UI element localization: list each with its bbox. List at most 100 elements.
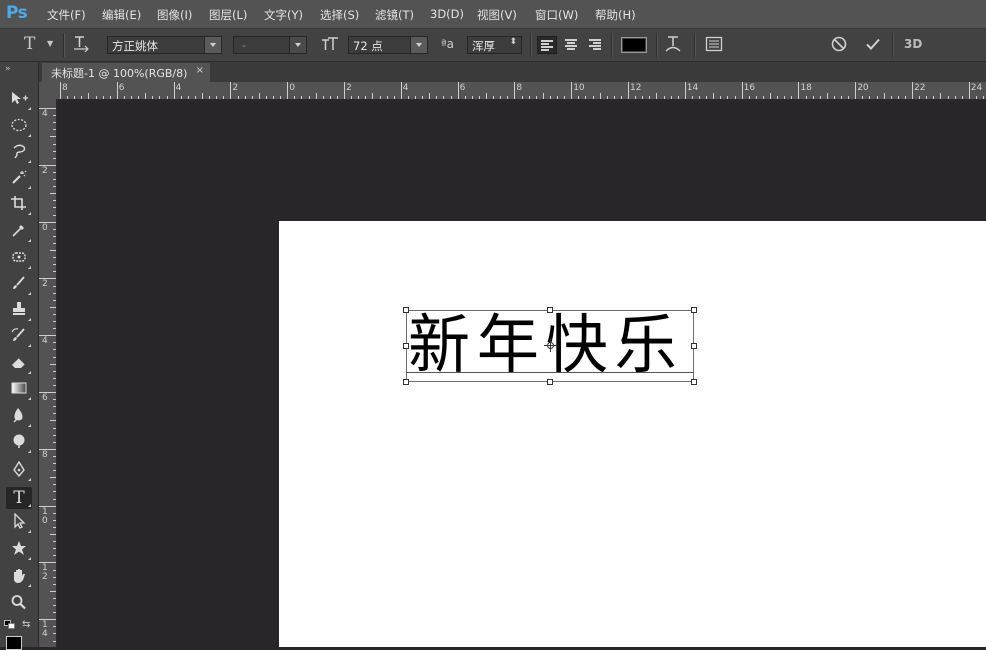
text-orientation-icon[interactable]: [72, 34, 90, 56]
transform-handle-top-right[interactable]: [691, 307, 697, 313]
anti-alias-select[interactable]: 浑厚 ⬍: [467, 36, 522, 54]
menu-3d[interactable]: 3D(D): [430, 7, 464, 21]
align-right-button[interactable]: [586, 36, 606, 54]
document-tab-title: 未标题-1 @ 100%(RGB/8): [51, 67, 188, 80]
ruler-minor-tick: [53, 321, 56, 322]
ruler-minor-tick: [50, 420, 56, 422]
magic-wand-tool-icon[interactable]: [6, 169, 32, 191]
transform-center-icon[interactable]: [544, 339, 557, 352]
transform-handle-bottom[interactable]: [547, 379, 553, 385]
document-canvas[interactable]: [279, 221, 986, 647]
history-brush-tool-icon[interactable]: [6, 327, 32, 349]
ruler-minor-tick: [53, 271, 56, 273]
ruler-minor-tick: [585, 96, 587, 99]
transform-handle-top[interactable]: [547, 307, 553, 313]
menu-view[interactable]: 视图(V): [477, 7, 517, 23]
align-center-button[interactable]: [562, 36, 582, 54]
blur-tool-icon[interactable]: [6, 407, 32, 429]
ruler-minor-tick: [81, 96, 83, 99]
ruler-label: 10: [573, 83, 585, 93]
menu-type[interactable]: 文字(Y): [264, 7, 303, 23]
brush-tool-icon[interactable]: [6, 275, 32, 297]
ruler-minor-tick: [315, 93, 317, 99]
menu-select[interactable]: 选择(S): [320, 7, 359, 23]
hand-tool-icon[interactable]: [6, 567, 32, 589]
ruler-minor-tick: [294, 96, 296, 99]
cancel-edit-icon[interactable]: [830, 35, 848, 57]
ruler-label: 22: [914, 83, 926, 93]
move-tool-icon[interactable]: [6, 90, 32, 112]
horizontal-ruler[interactable]: 8 6 4 2 0 2 4 6 8 10 12 14 16 18 20 22 24: [57, 82, 986, 100]
commit-edit-icon[interactable]: [864, 35, 882, 57]
close-icon[interactable]: ×: [196, 65, 204, 76]
font-size-select[interactable]: 72 点: [348, 36, 428, 54]
dodge-tool-icon[interactable]: [6, 433, 32, 455]
warp-text-icon[interactable]: [664, 34, 682, 58]
pen-tool-icon[interactable]: [6, 460, 32, 483]
transform-handle-left[interactable]: [403, 343, 409, 349]
ruler-minor-tick: [954, 96, 956, 99]
ruler-label: 4: [42, 109, 48, 119]
ruler-minor-tick: [528, 96, 530, 99]
document-tab[interactable]: 未标题-1 @ 100%(RGB/8) ×: [42, 63, 210, 82]
healing-brush-tool-icon[interactable]: [6, 249, 32, 271]
type-preset-icon[interactable]: T: [24, 34, 35, 54]
ruler-minor-tick: [393, 96, 395, 99]
eraser-tool-icon[interactable]: [6, 354, 32, 376]
ruler-minor-tick: [53, 491, 56, 493]
swap-colors-icon[interactable]: ⇆: [22, 619, 30, 630]
marquee-tool-icon[interactable]: [6, 117, 32, 139]
font-style-select[interactable]: -: [233, 36, 307, 54]
ruler-minor-tick: [429, 93, 431, 99]
menu-window[interactable]: 窗口(W): [535, 7, 578, 23]
ruler-major-tick: [571, 82, 573, 99]
default-colors-icon[interactable]: [4, 619, 16, 629]
transform-handle-right[interactable]: [691, 343, 697, 349]
transform-handle-bottom-right[interactable]: [691, 379, 697, 385]
ruler-minor-tick: [53, 399, 56, 401]
character-panel-icon[interactable]: [705, 36, 723, 56]
ruler-major-tick: [514, 82, 516, 99]
align-left-button[interactable]: [537, 36, 557, 54]
foreground-color-swatch[interactable]: [6, 636, 22, 650]
ruler-minor-tick: [301, 96, 303, 99]
ruler-major-tick: [628, 82, 629, 99]
ruler-minor-tick: [841, 96, 842, 99]
eyedropper-tool-icon[interactable]: [6, 222, 32, 244]
transform-handle-bottom-left[interactable]: [403, 379, 409, 385]
chevron-down-icon[interactable]: ▼: [47, 39, 53, 48]
lasso-tool-icon[interactable]: [6, 143, 32, 165]
menu-file[interactable]: 文件(F): [47, 7, 86, 23]
ruler-minor-tick: [606, 96, 608, 99]
text-color-swatch[interactable]: [621, 37, 647, 53]
custom-shape-tool-icon[interactable]: [6, 540, 32, 562]
menu-help[interactable]: 帮助(H): [595, 7, 636, 23]
transform-handle-top-left[interactable]: [403, 307, 409, 313]
clone-stamp-tool-icon[interactable]: [6, 301, 32, 323]
path-selection-tool-icon[interactable]: [6, 512, 32, 535]
ruler-minor-tick: [88, 93, 90, 99]
ruler-minor-tick: [53, 171, 56, 173]
ruler-minor-tick: [890, 96, 892, 99]
ruler-origin[interactable]: [39, 82, 57, 100]
ruler-minor-tick: [53, 370, 56, 372]
3d-extrusion-button[interactable]: 3D: [904, 37, 922, 51]
gradient-tool-icon[interactable]: [6, 380, 32, 402]
ruler-minor-tick: [336, 96, 338, 99]
ruler-minor-tick: [123, 96, 125, 99]
menu-layer[interactable]: 图层(L): [209, 7, 247, 23]
font-family-select[interactable]: 方正姚体: [107, 36, 222, 54]
ruler-minor-tick: [493, 96, 495, 99]
collapse-toolbox-icon[interactable]: »: [5, 64, 11, 74]
menu-edit[interactable]: 编辑(E): [102, 7, 141, 23]
menu-image[interactable]: 图像(I): [157, 7, 192, 23]
crop-tool-icon[interactable]: [6, 195, 32, 217]
ruler-major-tick: [457, 82, 459, 99]
type-tool-icon[interactable]: T: [6, 487, 32, 509]
vertical-ruler[interactable]: 4 2 0 2 4 6 8 10 12 14: [39, 99, 57, 647]
ruler-minor-tick: [53, 342, 56, 344]
zoom-tool-icon[interactable]: [6, 594, 32, 616]
ruler-minor-tick: [464, 96, 466, 99]
menu-filter[interactable]: 滤镜(T): [375, 7, 414, 23]
ruler-minor-tick: [947, 96, 949, 99]
